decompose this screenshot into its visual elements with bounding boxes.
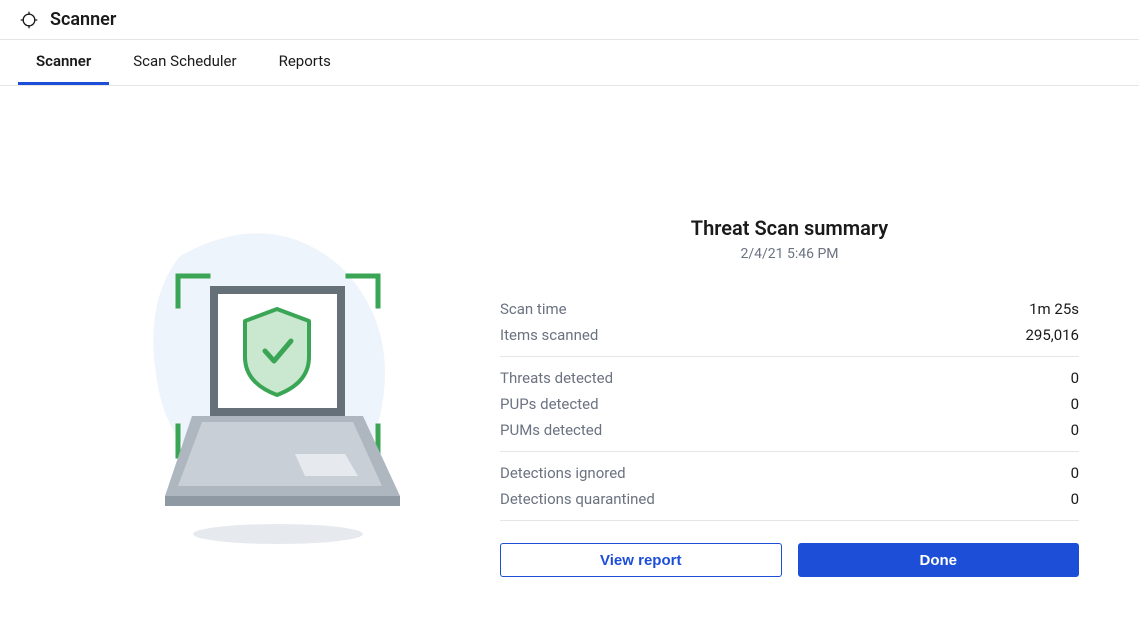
- stat-group-threats: Threats detected 0 PUPs detected 0 PUMs …: [500, 357, 1079, 452]
- stat-group-scan: Scan time 1m 25s Items scanned 295,016: [500, 288, 1079, 357]
- stat-row: PUPs detected 0: [500, 391, 1079, 417]
- stat-value: 1m 25s: [1029, 300, 1079, 318]
- stat-group-actions: Detections ignored 0 Detections quaranti…: [500, 452, 1079, 521]
- action-buttons: View report Done: [500, 543, 1079, 577]
- summary-timestamp: 2/4/21 5:46 PM: [500, 246, 1079, 262]
- laptop-shield-illustration: [60, 126, 480, 556]
- stat-value: 0: [1071, 464, 1079, 482]
- stat-value: 0: [1071, 490, 1079, 508]
- stat-row: Items scanned 295,016: [500, 322, 1079, 348]
- stat-label: Items scanned: [500, 326, 598, 344]
- stat-value: 295,016: [1025, 326, 1079, 344]
- button-label: View report: [600, 552, 681, 569]
- stat-label: Scan time: [500, 300, 567, 318]
- stat-row: Detections ignored 0: [500, 460, 1079, 486]
- tab-reports[interactable]: Reports: [261, 40, 349, 85]
- tab-label: Reports: [279, 52, 331, 70]
- page-title: Scanner: [50, 9, 116, 30]
- scan-summary: Threat Scan summary 2/4/21 5:46 PM Scan …: [500, 126, 1079, 577]
- stat-value: 0: [1071, 395, 1079, 413]
- stat-row: PUMs detected 0: [500, 417, 1079, 443]
- tab-label: Scan Scheduler: [133, 52, 236, 70]
- button-label: Done: [920, 552, 958, 569]
- tabs-bar: Scanner Scan Scheduler Reports: [0, 40, 1139, 86]
- done-button[interactable]: Done: [798, 543, 1080, 577]
- stat-label: Threats detected: [500, 369, 613, 387]
- tab-label: Scanner: [36, 52, 91, 70]
- stat-value: 0: [1071, 421, 1079, 439]
- stat-row: Detections quarantined 0: [500, 486, 1079, 512]
- tab-scanner[interactable]: Scanner: [18, 40, 109, 85]
- stat-label: Detections ignored: [500, 464, 626, 482]
- view-report-button[interactable]: View report: [500, 543, 782, 577]
- crosshair-icon: [18, 9, 40, 31]
- stat-value: 0: [1071, 369, 1079, 387]
- stat-label: Detections quarantined: [500, 490, 655, 508]
- stat-row: Threats detected 0: [500, 365, 1079, 391]
- stat-label: PUPs detected: [500, 395, 599, 413]
- page-header: Scanner: [0, 0, 1139, 40]
- stat-row: Scan time 1m 25s: [500, 296, 1079, 322]
- stat-label: PUMs detected: [500, 421, 602, 439]
- content-area: Threat Scan summary 2/4/21 5:46 PM Scan …: [0, 86, 1139, 577]
- tab-scan-scheduler[interactable]: Scan Scheduler: [115, 40, 254, 85]
- summary-title: Threat Scan summary: [500, 216, 1079, 240]
